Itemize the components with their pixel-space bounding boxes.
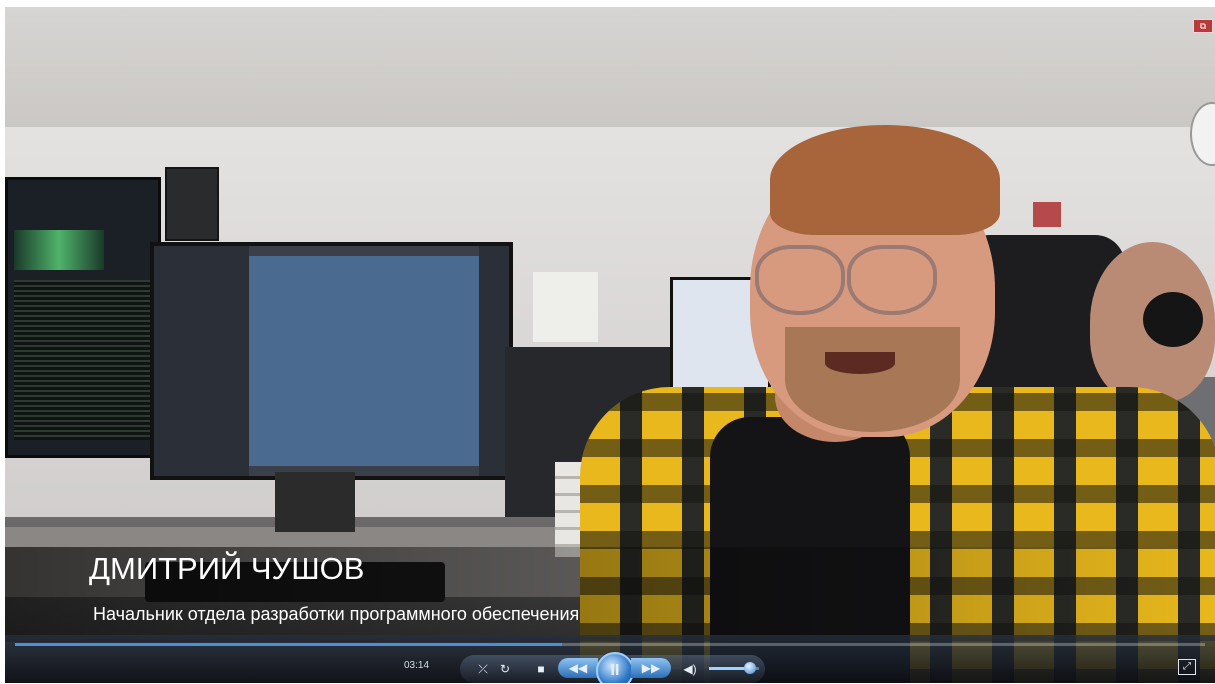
speaker-mouth [825,352,895,374]
video-frame[interactable]: ДМИТРИЙ ЧУШОВ Начальник отдела разработк… [5,7,1215,683]
caption-name: ДМИТРИЙ ЧУШОВ [89,551,365,586]
wall-sign [1033,202,1061,227]
fullscreen-icon[interactable]: ⤢ [1178,659,1196,675]
speaker-beard [785,327,960,432]
glasses-right-lens [847,245,937,315]
speaker-hair [770,125,1000,235]
playback-time: 03:14 [404,660,430,671]
seek-bar[interactable] [15,643,1205,646]
next-icon[interactable]: ▶▶ [631,658,671,678]
volume-icon[interactable]: ◀) [682,659,698,679]
seek-bar-progress [15,643,562,646]
pause-icon[interactable]: II [596,652,634,683]
middle-monitor [150,242,513,480]
previous-icon[interactable]: ◀◀ [558,658,598,678]
window-control-icon[interactable]: ⧉ [1193,19,1213,33]
repeat-icon[interactable]: ↻ [497,659,513,679]
caption-title: Начальник отдела разработки программного… [93,604,580,624]
volume-knob[interactable] [744,662,756,674]
headphones [1143,292,1203,347]
shuffle-icon[interactable]: ⤫ [475,659,491,679]
wall-poster [533,272,598,342]
left-monitor [5,177,161,458]
wall-plaque [165,167,219,241]
stop-icon[interactable]: ■ [533,659,549,679]
glasses-left-lens [755,245,845,315]
monitor-stand [275,472,355,532]
